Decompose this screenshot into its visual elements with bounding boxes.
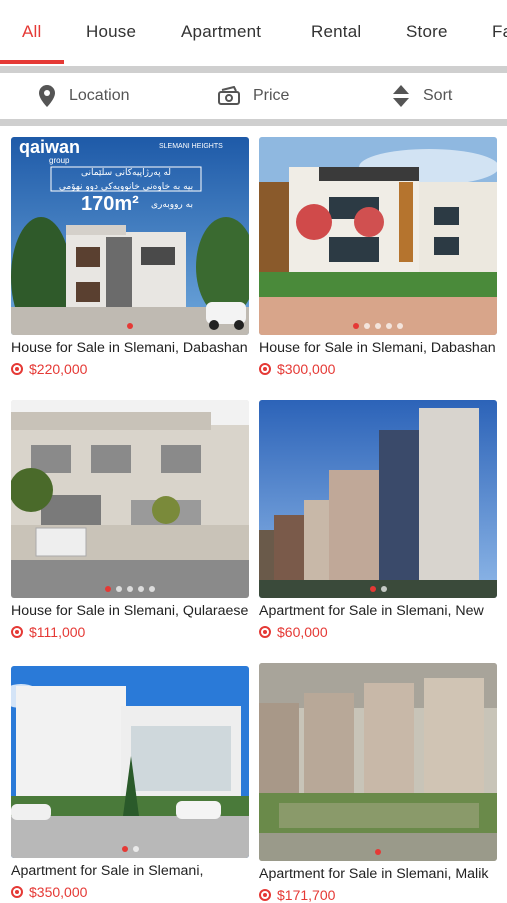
pager-dot (127, 323, 133, 329)
price-marker-icon (11, 626, 23, 638)
listing-card[interactable]: House for Sale in Slemani, Dabashan $300… (259, 137, 497, 377)
pager-dot (375, 849, 381, 855)
ad-partner: SLEMANI HEIGHTS (159, 143, 223, 150)
photo-pager (259, 586, 497, 592)
pager-dot (116, 586, 122, 592)
listing-photo[interactable] (259, 137, 497, 335)
location-pin-icon (39, 85, 55, 107)
price-filter-button[interactable]: Price (217, 73, 289, 119)
listing-price: $171,700 (277, 887, 336, 903)
listing-price: $60,000 (277, 624, 328, 640)
listing-card[interactable]: Apartment for Sale in Slemani, Malik $17… (259, 663, 497, 903)
listing-title: House for Sale in Slemani, Qularaese (11, 603, 249, 619)
pager-dot (121, 846, 128, 852)
photo-pager (259, 323, 497, 329)
location-filter-button[interactable]: Location (37, 73, 130, 119)
divider (0, 66, 507, 73)
pager-dot (397, 323, 403, 329)
pager-dot (132, 846, 139, 852)
listing-photo[interactable] (259, 400, 497, 598)
listing-card[interactable]: House for Sale in Slemani, Qularaese $11… (11, 400, 249, 640)
pager-dot (353, 323, 359, 329)
sort-button[interactable]: Sort (391, 73, 452, 119)
pager-dot (380, 586, 387, 592)
listing-photo[interactable] (11, 400, 249, 598)
ad-line-2: بیە بە خاوەنی خانوویەکی دوو نهۆمی (58, 182, 194, 192)
price-marker-icon (259, 363, 271, 375)
filter-bar: Location Price Sort (0, 73, 507, 119)
ad-area: 170m² (81, 193, 139, 215)
listing-card[interactable]: Apartment for Sale in Slemani, $350,000 (11, 666, 249, 900)
money-icon (218, 86, 240, 105)
tab-all[interactable]: All (22, 22, 42, 42)
listing-title: Apartment for Sale in Slemani, (11, 863, 204, 879)
listing-title: House for Sale in Slemani, Dabashan (11, 340, 248, 356)
pager-dot (375, 323, 381, 329)
photo-pager (259, 849, 497, 855)
listing-title: Apartment for Sale in Slemani, New (259, 603, 484, 619)
photo-pager (11, 846, 249, 852)
price-marker-icon (11, 886, 23, 898)
photo-pager (11, 586, 249, 592)
price-filter-label: Price (253, 87, 290, 104)
pager-dot (369, 586, 376, 592)
sort-label: Sort (423, 87, 453, 104)
listing-title: House for Sale in Slemani, Dabashan (259, 340, 496, 356)
tab-house[interactable]: House (86, 22, 136, 42)
tab-apartment[interactable]: Apartment (181, 22, 261, 42)
tab-rental[interactable]: Rental (311, 22, 361, 42)
tab-store[interactable]: Store (406, 22, 448, 42)
pager-dot (105, 586, 111, 592)
price-marker-icon (259, 626, 271, 638)
pager-dot (364, 323, 370, 329)
listing-card[interactable]: Apartment for Sale in Slemani, New $60,0… (259, 400, 497, 640)
tab-more-partial[interactable]: Fa (492, 22, 507, 42)
price-marker-icon (11, 363, 23, 375)
price-marker-icon (259, 889, 271, 901)
listing-card[interactable]: qaiwan group SLEMANI HEIGHTS لە پەرژاپیەک… (11, 137, 249, 377)
category-tabs: All House Apartment Rental Store Fa (0, 0, 507, 66)
ad-line-1: لە پەرژاپیەکانی سلێمانی (80, 168, 172, 178)
pager-dot (138, 586, 144, 592)
ad-brand: qaiwan group (19, 137, 81, 165)
listing-price: $111,000 (29, 624, 86, 640)
listing-price: $350,000 (29, 884, 88, 900)
listing-price: $220,000 (29, 361, 88, 377)
listing-title: Apartment for Sale in Slemani, Malik (259, 866, 489, 882)
location-filter-label: Location (69, 87, 130, 104)
pager-dot (386, 323, 392, 329)
listing-photo[interactable]: qaiwan group SLEMANI HEIGHTS لە پەرژاپیەک… (11, 137, 249, 335)
photo-pager (11, 323, 249, 329)
listing-price: $300,000 (277, 361, 336, 377)
active-tab-indicator (0, 60, 64, 64)
listing-photo[interactable] (11, 666, 249, 858)
sort-icon (393, 85, 409, 107)
listing-photo[interactable] (259, 663, 497, 861)
divider (0, 119, 507, 126)
pager-dot (149, 586, 155, 592)
ad-line-3: بە رووبەری (151, 200, 193, 210)
pager-dot (127, 586, 133, 592)
